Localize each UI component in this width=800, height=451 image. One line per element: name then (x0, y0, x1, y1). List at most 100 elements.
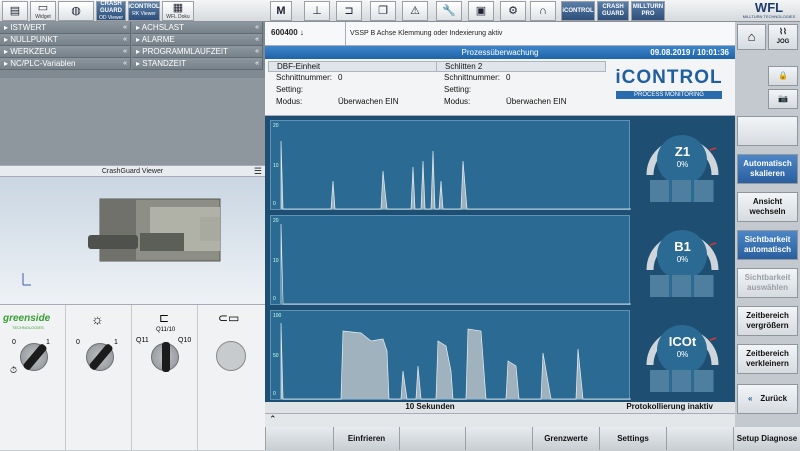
info-value: 0 (506, 73, 511, 82)
switch2-right-label: 1 (114, 339, 118, 346)
softkey-label: Settings (617, 434, 649, 443)
menu-item-alarme[interactable]: ▸ ALARME « (132, 34, 263, 46)
menu-item-nullpunkt[interactable]: ▸ NULLPUNKT « (0, 34, 131, 46)
info-row: Setting: (436, 84, 606, 96)
visibility-auto-button[interactable]: Sichtbarkeit automatisch (737, 230, 798, 260)
menu-item-istwert[interactable]: ▸ ISTWERT « (0, 22, 131, 34)
clipboard-icon[interactable]: ▣ (468, 1, 494, 21)
m-function-button[interactable]: M (270, 1, 292, 21)
millturn-toolbar-button[interactable]: MILLTURN PRO (631, 1, 665, 21)
gear-icon[interactable]: ⚙ (500, 1, 526, 21)
status-bar: 10 Sekunden Protokollierung inaktiv (265, 402, 735, 413)
icontrol-brand-sub: PROCESS MONITORING (616, 91, 722, 99)
warning-icon[interactable]: ⚠ (402, 1, 428, 21)
info-label: Setting: (444, 85, 472, 94)
jog-label: JOG (776, 39, 790, 45)
softkey-3[interactable] (399, 427, 465, 450)
softkey-settings[interactable]: Settings (599, 427, 666, 450)
softkey-4[interactable] (465, 427, 532, 450)
lock-button[interactable]: 🔒 (768, 66, 798, 86)
empty-right-button[interactable] (737, 116, 798, 146)
y-tick: 0 (273, 391, 276, 397)
greenside-rotary-switch[interactable] (20, 342, 48, 372)
wfl-logo-sub: MILLTURN TECHNOLOGIES (742, 14, 796, 19)
info-label: Modus: (276, 97, 303, 106)
alarm-number: 600400 ↓ (271, 28, 304, 37)
copy-icon[interactable]: ❐ (370, 1, 396, 21)
icontrol-logo-text: iCONTROL (128, 4, 160, 10)
globe-button[interactable]: ◍ (58, 1, 94, 21)
gauge-z1-buttons[interactable] (650, 180, 714, 202)
wfl-logo-text: WFL (754, 0, 784, 15)
softkey-limits[interactable]: Grenzwerte (532, 427, 599, 450)
light-rotary-switch[interactable] (86, 342, 114, 372)
back-label: Zurück (760, 394, 788, 403)
widget-button[interactable]: ▭ Widget (30, 1, 56, 21)
gauge-b1-buttons[interactable] (650, 275, 714, 297)
menu-label: NC/PLC-Variablen (10, 59, 76, 68)
menu-item-werkzeug[interactable]: ▸ WERKZEUG « (0, 46, 131, 58)
visibility-select-button[interactable]: Sichtbarkeit auswählen (737, 268, 798, 298)
softkey-1[interactable] (265, 427, 333, 450)
menu-label: ISTWERT (10, 23, 47, 32)
crashguard-3d-viewer[interactable] (0, 177, 265, 304)
icontrol-rk-viewer-button[interactable]: iCONTROL RK Viewer (128, 1, 160, 21)
menu-item-nc-plc-variablen[interactable]: ▸ NC/PLC-Variablen « (0, 58, 131, 70)
icontrol-toolbar-button[interactable]: iCONTROL (561, 1, 595, 21)
crashguard-toolbar-button[interactable]: CRASH GUARD (597, 1, 629, 21)
home-icon: ⌂ (747, 29, 756, 44)
tool-switch-panel: greenside TECHNOLOGIES 0 1 ⏱ ☼ 0 1 ⊏ Q11… (0, 304, 265, 451)
machine-3d-model (22, 198, 221, 286)
menu-item-achslast[interactable]: ▸ ACHSLAST « (132, 22, 263, 34)
chevron-up-icon[interactable]: ⌃ (269, 414, 277, 425)
crashguard-toolbar-text: CRASH GUARD (602, 4, 624, 17)
menu-item-standzeit[interactable]: ▸ STANDZEIT « (132, 58, 263, 70)
window-icon[interactable]: ▤ (2, 1, 28, 21)
switch-view-button[interactable]: Ansicht wechseln (737, 192, 798, 222)
alarm-header: 600400 ↓ VSSP B Achse Klemmung oder Inde… (265, 22, 735, 46)
softkey-label: Einfrieren (347, 434, 386, 443)
wrench-icon[interactable]: 🔧 (436, 1, 462, 21)
crashguard-title-text: CrashGuard Viewer (101, 168, 164, 175)
zoom-out-time-button[interactable]: Zeitbereich verkleinern (737, 344, 798, 374)
dbf-unit-title: DBF-Einheit (268, 61, 438, 72)
clamp-rotary-switch[interactable] (151, 342, 179, 372)
alarm-message: VSSP B Achse Klemmung oder Indexierung a… (345, 22, 502, 46)
y-tick: 50 (273, 353, 279, 359)
menu-label: STANDZEIT (142, 59, 187, 68)
menu-item-programmlaufzeit[interactable]: ▸ PROGRAMMLAUFZEIT « (132, 46, 263, 58)
crashguard-od-viewer-button[interactable]: CRASH GUARD OD Viewer (96, 1, 126, 21)
magnet-icon[interactable]: ∩ (530, 1, 556, 21)
y-tick: 10 (273, 258, 279, 264)
gauge-icot-buttons[interactable] (650, 370, 714, 392)
greenside-sub: TECHNOLOGIES (12, 325, 44, 330)
menu-label: WERKZEUG (10, 47, 57, 56)
light-icon: ☼ (91, 311, 104, 327)
y-tick: 20 (273, 123, 279, 129)
hamburger-menu-icon[interactable]: ☰ (254, 166, 262, 177)
softkey-label: Setup Diagnose (736, 434, 798, 443)
gauge-z1-percent: 0% (676, 160, 689, 169)
bracket-icon[interactable]: ⊐ (336, 1, 362, 21)
zoom-in-time-button[interactable]: Zeitbereich vergrößern (737, 306, 798, 336)
wfl-logo: WFL MILLTURN TECHNOLOGIES (740, 1, 798, 21)
jog-button[interactable]: ⌇⌇ JOG (768, 24, 798, 50)
softkey-freeze[interactable]: Einfrieren (333, 427, 399, 450)
bottom-softkeys: Einfrieren Grenzwerte Settings Setup Dia… (265, 427, 800, 450)
auto-scale-button[interactable]: Automatisch skalieren (737, 154, 798, 184)
home-button[interactable]: ⌂ (737, 24, 766, 50)
right-softkey-panel: ⌂ ⌇⌇ JOG 🔒 📷 Automatisch skalieren Ansich… (735, 22, 800, 427)
back-button[interactable]: « Zurück (737, 384, 798, 414)
spindle-button[interactable] (216, 341, 246, 371)
wfl-doku-button[interactable]: ▦ WFL Doku (162, 1, 194, 21)
softkey-7[interactable] (666, 427, 733, 450)
icontrol-brand-name: iCONTROL (615, 67, 723, 88)
chart-b1-plot (280, 223, 631, 305)
timer-icon: ⏱ (10, 365, 18, 375)
visibility-auto-label: Sichtbarkeit automatisch (743, 235, 792, 254)
info-value: 0 (338, 73, 343, 82)
softkey-setup-diagnose[interactable]: Setup Diagnose (733, 427, 800, 450)
axis-icon[interactable]: ⊥ (304, 1, 330, 21)
info-row: Modus: Überwachen EIN (268, 96, 438, 108)
camera-button[interactable]: 📷 (768, 89, 798, 109)
